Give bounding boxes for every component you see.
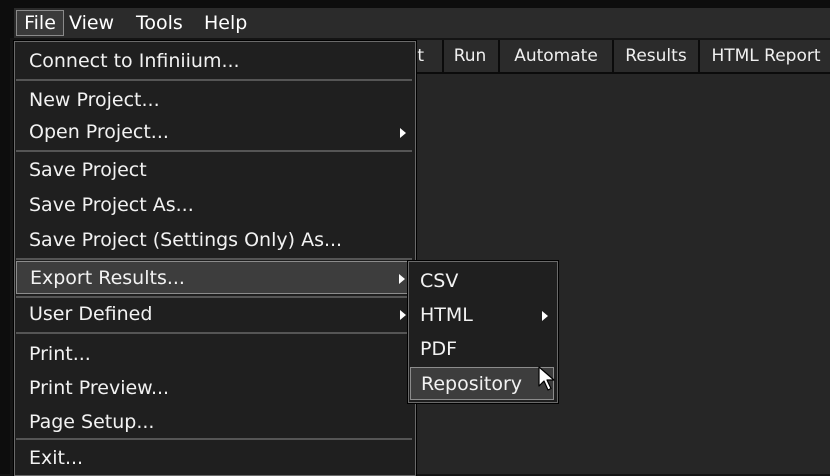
submenu-arrow-icon	[400, 128, 406, 138]
export-results-submenu: CSV HTML PDF Repository	[408, 261, 558, 403]
menu-item-label: Connect to Infiniium...	[29, 50, 240, 72]
menu-item-page-setup[interactable]: Page Setup...	[16, 406, 412, 439]
menu-item-print[interactable]: Print...	[16, 338, 412, 371]
submenu-item-label: CSV	[420, 270, 459, 292]
menu-separator	[16, 332, 412, 334]
menu-help[interactable]: Help	[204, 11, 247, 36]
menu-item-label: New Project...	[29, 89, 160, 111]
tab-run[interactable]: Run	[442, 40, 496, 72]
submenu-item-repository[interactable]: Repository	[410, 367, 554, 400]
submenu-arrow-icon	[399, 274, 405, 284]
menu-item-user-defined[interactable]: User Defined	[16, 298, 412, 331]
menu-item-save-project[interactable]: Save Project	[16, 154, 412, 187]
menu-item-label: Save Project (Settings Only) As...	[29, 229, 343, 251]
menu-view[interactable]: View	[69, 11, 114, 36]
submenu-item-label: HTML	[420, 304, 473, 326]
menu-item-print-preview[interactable]: Print Preview...	[16, 372, 412, 405]
menu-item-open-project[interactable]: Open Project...	[16, 116, 412, 149]
menu-item-save-settings-only[interactable]: Save Project (Settings Only) As...	[16, 224, 412, 257]
tab-automate[interactable]: Automate	[498, 40, 612, 72]
menu-item-label: Export Results...	[30, 267, 185, 289]
menu-separator	[16, 79, 412, 81]
menu-separator	[16, 258, 412, 260]
menu-item-export-results[interactable]: Export Results...	[16, 261, 412, 294]
menu-item-connect[interactable]: Connect to Infiniium...	[16, 45, 412, 78]
menu-item-label: Save Project As...	[29, 194, 194, 216]
menu-item-label: Exit...	[29, 447, 84, 469]
submenu-item-label: PDF	[420, 338, 458, 360]
menu-bar: File View Tools Help	[0, 0, 830, 38]
menu-item-label: Print Preview...	[29, 377, 170, 399]
menu-item-label: Print...	[29, 343, 91, 365]
menu-item-label: Open Project...	[29, 121, 169, 143]
menu-item-label: Page Setup...	[29, 411, 155, 433]
submenu-item-pdf[interactable]: PDF	[410, 333, 554, 366]
menu-file[interactable]: File	[16, 10, 64, 36]
submenu-arrow-icon	[400, 310, 406, 320]
submenu-item-csv[interactable]: CSV	[410, 265, 554, 298]
menu-tools[interactable]: Tools	[136, 11, 183, 36]
tab-html-report[interactable]: HTML Report	[698, 40, 830, 72]
menu-item-label: Save Project	[29, 159, 147, 181]
menu-item-exit[interactable]: Exit...	[16, 442, 412, 475]
menu-separator	[16, 438, 412, 440]
mouse-pointer-icon	[538, 366, 555, 391]
menu-separator	[16, 150, 412, 152]
menu-item-save-project-as[interactable]: Save Project As...	[16, 189, 412, 222]
submenu-item-html[interactable]: HTML	[410, 299, 554, 332]
menu-item-new-project[interactable]: New Project...	[16, 84, 412, 117]
tab-results[interactable]: Results	[612, 40, 698, 72]
window-left-edge	[0, 38, 10, 474]
submenu-arrow-icon	[542, 311, 548, 321]
submenu-item-label: Repository	[421, 373, 523, 395]
menu-item-label: User Defined	[29, 303, 153, 325]
file-menu: Connect to Infiniium... New Project... O…	[14, 41, 416, 476]
